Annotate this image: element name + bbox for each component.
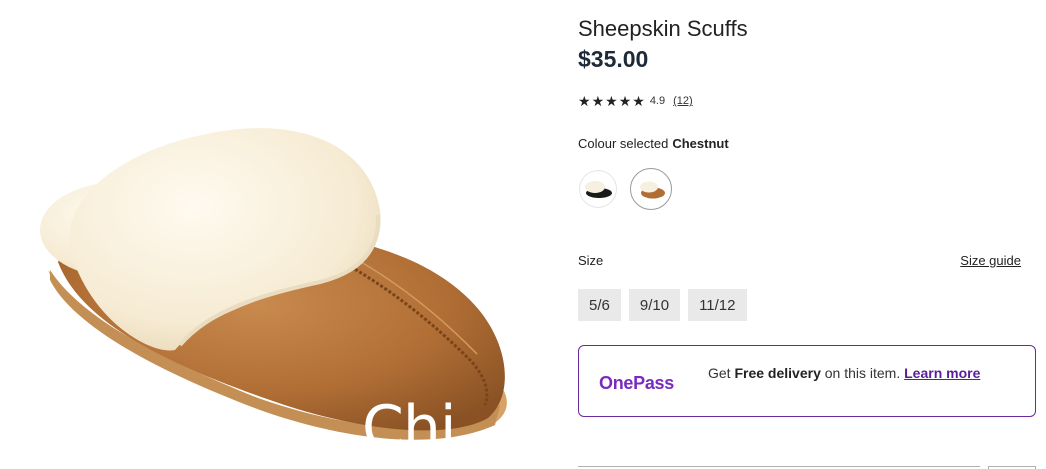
onepass-text-prefix: Get [708,365,731,381]
colour-swatch-chestnut[interactable] [630,168,672,210]
size-label: Size [578,253,604,268]
star-icon: ★ [578,93,591,109]
product-info: Sheepskin Scuffs $35.00 ★ ★ ★ ★ ★ 4.9 (1… [578,0,1036,469]
star-icon: ★ [632,93,645,109]
image-overlay-text: Chi [362,393,457,463]
onepass-logo: OnePass [599,373,674,393]
size-option-9-10[interactable]: 9/10 [628,289,681,321]
product-image: Chi [0,0,560,469]
rating-stars: ★ ★ ★ ★ ★ [578,94,645,108]
rating-row: ★ ★ ★ ★ ★ 4.9 (12) [578,94,693,108]
onepass-text-bold: Free delivery [734,365,821,381]
chestnut-slipper-icon [640,181,665,199]
product-price: $35.00 [578,46,649,72]
star-icon: ★ [618,93,632,109]
quantity-field-edge [578,466,980,467]
colour-value: Chestnut [672,136,729,151]
colour-label: Colour selected [578,136,669,151]
size-option-5-6[interactable]: 5/6 [578,289,621,321]
product-page: Chi Sheepskin Scuffs $35.00 ★ ★ ★ ★ ★ 4.… [0,0,1046,469]
size-option-11-12[interactable]: 11/12 [688,289,747,321]
slipper-illustration [40,128,507,440]
colour-swatch-black[interactable] [580,171,616,207]
star-icon: ★ [591,93,605,109]
size-options: 5/6 9/10 11/12 [578,289,747,321]
rating-value: 4.9 [649,95,666,107]
onepass-message: Get Free delivery on this item. Learn mo… [708,365,1008,381]
black-slipper-icon [585,181,612,198]
review-count-link[interactable]: (12) [673,95,693,107]
product-title: Sheepskin Scuffs [578,16,748,41]
onepass-text-suffix: on this item. [824,365,901,381]
learn-more-link[interactable]: Learn more [904,365,980,381]
size-guide-link[interactable]: Size guide [960,253,1021,268]
colour-selected: Colour selected Chestnut [578,136,729,151]
onepass-banner: OnePass Get Free delivery on this item. … [578,345,1036,417]
star-icon: ★ [605,93,618,109]
